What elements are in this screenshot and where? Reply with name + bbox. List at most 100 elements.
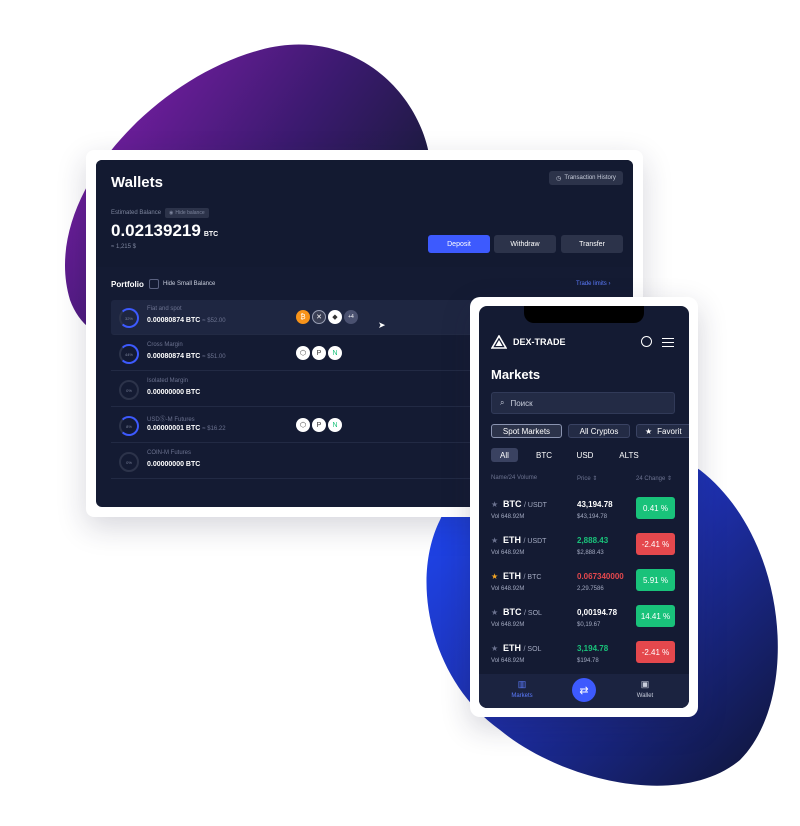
pair-volume: Vol 648.92M [491,622,525,628]
header-name[interactable]: Name/24 Volume [491,475,537,481]
pair-symbol: BTC / USDT [503,499,547,509]
balance-unit: BTC [203,231,219,238]
transaction-history-button[interactable]: ◷ Transaction History [549,171,623,185]
brand-logo[interactable]: DEX-TRADE [491,335,566,349]
market-row[interactable]: ★ ETH / USDT Vol 648.92M 2,888.43 $2,888.43 -… [479,533,689,571]
pair-price-usd: $0,19.67 [577,622,601,628]
tab-btc[interactable]: BTC [534,448,554,462]
search-placeholder: Поиск [510,398,533,408]
market-row[interactable]: ★ BTC / SOL Vol 648.92M 0,00194.78 $0,19.67 1… [479,605,689,643]
estimated-balance-label: Estimated Balance [111,210,162,216]
transaction-history-label: Transaction History [564,175,616,181]
nav-wallet[interactable]: ▣ Wallet [632,679,658,699]
withdraw-button[interactable]: Withdraw [494,235,556,253]
row-btc: 0.00000001 BTC [147,425,201,432]
search-input[interactable]: ⌕ Поиск [491,392,675,414]
header-price[interactable]: Price ⇕ [577,475,597,482]
dex-trade-logo-icon [491,335,507,349]
change-badge: 5.91 % [636,569,675,591]
row-value: 0.00000000 BTC [147,461,201,468]
market-row[interactable]: ★ BTC / USDT Vol 648.92M 43,194.78 $43,194.7… [479,497,689,535]
favorite-star-icon[interactable]: ★ [491,644,498,653]
pair-symbol: ETH / BTC [503,571,541,581]
percent-ring: 44% [119,344,139,364]
neo-icon: N [328,418,342,432]
pair-base: ETH [503,535,521,545]
favorite-star-icon[interactable]: ★ [491,608,498,617]
favorite-star-icon[interactable]: ★ [491,536,498,545]
pair-price-usd: $2,888.43 [577,550,604,556]
pair-price: 0.067340000 [577,572,624,581]
pair-symbol: BTC / SOL [503,607,542,617]
pair-symbol: ETH / USDT [503,535,546,545]
pair-quote: / BTC [523,574,542,581]
brand-name: DEX-TRADE [513,337,566,347]
hide-balance-toggle[interactable]: ◉ Hide balance [165,208,209,218]
hide-small-checkbox[interactable] [149,279,159,289]
row-name: Cross Margin [147,342,183,348]
market-row[interactable]: ★ ETH / BTC Vol 648.92M 0.067340000 2,29.758… [479,569,689,607]
coin-icons: ⬡ P N [296,418,342,432]
chip-all-cryptos[interactable]: All Cryptos [568,424,630,438]
polkadot-icon: P [312,418,326,432]
favorite-star-icon[interactable]: ★ [491,500,498,509]
nav-wallet-label: Wallet [636,693,654,699]
swap-arrows-icon: ⇄ [579,684,589,697]
bar-chart-icon: ▥ [517,679,527,689]
pair-price: 2,888.43 [577,536,609,545]
hide-balance-label: Hide balance [175,210,205,216]
star-icon: ★ [645,426,653,436]
trade-limits-link[interactable]: Trade limits › [576,281,610,287]
pair-quote: / USDT [524,502,547,509]
user-icon[interactable] [641,336,652,347]
more-coins-badge: +4 [344,310,358,324]
neo-icon: N [328,346,342,360]
xrp-icon: ✕ [312,310,326,324]
coin-icons: ⬡ P N [296,346,342,360]
estimated-balance: Estimated Balance ◉ Hide balance [111,208,209,218]
pair-base: BTC [503,499,522,509]
mobile-markets-screen: DEX-TRADE Markets ⌕ Поиск Spot Markets A… [479,306,689,708]
pair-price-usd: 2,29.7586 [577,586,604,592]
deposit-button[interactable]: Deposit [428,235,490,253]
pair-base: ETH [503,571,521,581]
tab-usd[interactable]: USD [575,448,595,462]
tab-alts[interactable]: ALTS [617,448,641,462]
tab-all[interactable]: All [491,448,518,462]
pair-quote: / SOL [523,646,542,653]
pair-volume: Vol 648.92M [491,658,525,664]
row-btc: 0.00080874 BTC [147,353,201,360]
row-value: 0.00000000 BTC [147,389,201,396]
pair-base: BTC [503,607,522,617]
pair-price: 0,00194.78 [577,608,618,617]
pair-quote: / SOL [524,610,542,617]
search-icon: ⌕ [500,398,505,407]
row-name: Isolated Margin [147,378,189,384]
menu-icon[interactable] [662,338,674,347]
clock-icon: ◷ [556,175,562,182]
portfolio-title: Portfolio [111,280,144,289]
wallet-icon: ▣ [640,679,650,689]
row-name: USDⓈ-M Futures [147,417,195,423]
favorite-star-icon[interactable]: ★ [491,572,498,581]
eos-icon: ⬡ [296,418,310,432]
swap-button[interactable]: ⇄ [572,678,596,702]
polkadot-icon: P [312,346,326,360]
percent-ring: 32% [119,308,139,328]
chip-favorites[interactable]: ★ Favorit [636,424,689,438]
percent-ring: 0% [119,452,139,472]
pair-price: 3,194.78 [577,644,609,653]
header-change[interactable]: 24 Change ⇕ [636,475,672,482]
pair-base: ETH [503,643,521,653]
row-value: 0.00080874 BTC ≈ $52.00 [147,317,226,324]
pair-quote: / USDT [523,538,547,545]
ethereum-icon: ◆ [328,310,342,324]
row-usd: ≈ $16.22 [202,426,226,432]
transfer-button[interactable]: Transfer [561,235,623,253]
nav-markets[interactable]: ▥ Markets [509,679,535,699]
chip-spot-markets[interactable]: Spot Markets [491,424,562,438]
change-badge: 14.41 % [636,605,675,627]
pair-volume: Vol 648.92M [491,514,525,520]
row-name: COIN-M Futures [147,450,192,456]
pair-price-usd: $194.78 [577,658,599,664]
